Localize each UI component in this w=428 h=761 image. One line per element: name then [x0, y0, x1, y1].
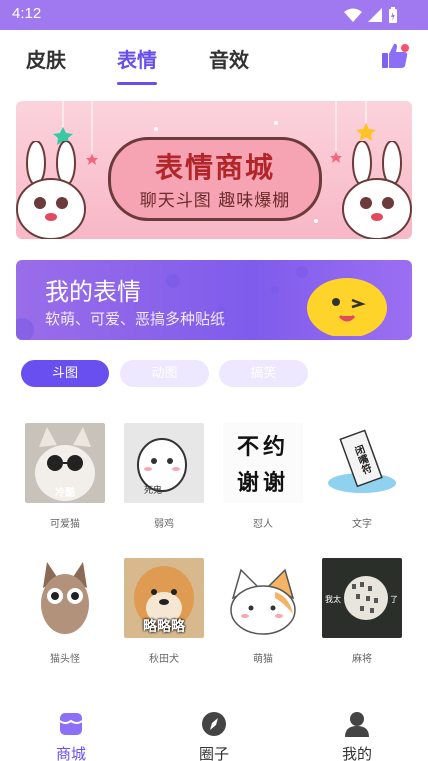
active-tab-indicator [117, 82, 157, 85]
nav-me-label: 我的 [341, 745, 372, 761]
nav-shop-label: 商城 [55, 745, 86, 761]
sticker-label: 弱鸡 [154, 519, 174, 530]
sticker-text[interactable]: 闭嘴符 文字 [317, 423, 407, 530]
sticker-diss-image: 不约 谢谢 [223, 423, 303, 503]
sticker-store-banner[interactable]: 表情商城 聊天斗图 趣味爆棚 [16, 101, 412, 239]
sticker-mahjong[interactable]: 我太 了 麻将 [317, 558, 407, 665]
my-stickers-card[interactable]: 我的表情 软萌、可爱、恶搞多种贴纸 [16, 260, 412, 340]
sticker-diss[interactable]: 不约 谢谢 怼人 [218, 423, 308, 530]
my-stickers-title: 我的表情 [45, 278, 141, 306]
sticker-cat-monster-image [25, 558, 105, 638]
top-tabs: 皮肤 表情 音效 [0, 30, 428, 92]
sticker-mahjong-image: 我太 了 [322, 558, 402, 638]
sticker-cute-kitty-image [223, 558, 303, 638]
sticker-cute-cat[interactable]: 冷酷 可爱猫 [20, 423, 110, 530]
sticker-akita-image: 略略略 [124, 558, 204, 638]
compass-icon [202, 712, 226, 736]
sticker-label: 猫头怪 [50, 654, 80, 665]
banner-cloud: 表情商城 聊天斗图 趣味爆棚 [108, 137, 322, 221]
my-stickers-subtitle: 软萌、可爱、恶搞多种贴纸 [45, 310, 226, 328]
bunny-left-image [16, 141, 86, 239]
sticker-label: 秋田犬 [149, 654, 179, 665]
decor-bubble [166, 274, 180, 288]
nav-circle[interactable]: 圈子 [174, 711, 254, 761]
tab-skin[interactable]: 皮肤 [26, 44, 66, 73]
sticker-caption: 略略略 [143, 619, 185, 635]
wifi-icon [344, 8, 362, 22]
sticker-weak-chick-image: 死鬼 [124, 423, 204, 503]
chip-animated[interactable]: 动图 [120, 360, 209, 387]
sticker-line1: 不约 [236, 435, 289, 460]
battery-icon [389, 7, 397, 23]
sticker-caption-right: 了 [390, 595, 398, 604]
sticker-label: 可爱猫 [50, 519, 80, 530]
sticker-label: 萌猫 [253, 654, 273, 665]
banner-title: 表情商城 [154, 151, 275, 184]
status-bar: 4:12 [0, 0, 428, 30]
thumbs-up-icon[interactable] [380, 42, 410, 70]
banner-subtitle: 聊天斗图 趣味爆棚 [139, 191, 291, 211]
nav-me[interactable]: 我的 [317, 711, 397, 761]
shop-icon [59, 713, 83, 735]
signal-icon [368, 8, 382, 22]
tab-sound[interactable]: 音效 [209, 44, 249, 73]
sticker-cute-kitty[interactable]: 萌猫 [218, 558, 308, 665]
sticker-line2: 谢谢 [236, 471, 289, 496]
decor-bubble [16, 318, 34, 340]
sticker-akita[interactable]: 略略略 秋田犬 [119, 558, 209, 665]
sticker-cute-cat-image: 冷酷 [25, 423, 105, 503]
nav-shop[interactable]: 商城 [31, 711, 111, 761]
sticker-text-image: 闭嘴符 [322, 423, 402, 503]
status-icons [344, 7, 398, 23]
sticker-caption: 死鬼 [144, 486, 163, 496]
sticker-label: 麻将 [352, 654, 372, 665]
status-time: 4:12 [12, 5, 42, 22]
sticker-caption: 冷酷 [55, 488, 75, 499]
bottom-nav: 商城 圈子 我的 [0, 701, 428, 761]
nav-circle-label: 圈子 [198, 745, 229, 761]
wink-emoji-icon [307, 278, 387, 336]
sticker-caption-left: 我太 [325, 595, 341, 604]
decor-bubble [271, 286, 279, 294]
chip-battle[interactable]: 斗图 [21, 360, 109, 387]
user-icon [345, 712, 369, 737]
sticker-label: 文字 [352, 519, 372, 530]
bunny-right-image [342, 141, 412, 239]
sticker-label: 怼人 [253, 519, 273, 530]
sticker-weak-chick[interactable]: 死鬼 弱鸡 [119, 423, 209, 530]
sticker-cat-monster[interactable]: 猫头怪 [20, 558, 110, 665]
chip-funny[interactable]: 搞笑 [219, 360, 308, 387]
tab-stickers[interactable]: 表情 [117, 44, 157, 73]
